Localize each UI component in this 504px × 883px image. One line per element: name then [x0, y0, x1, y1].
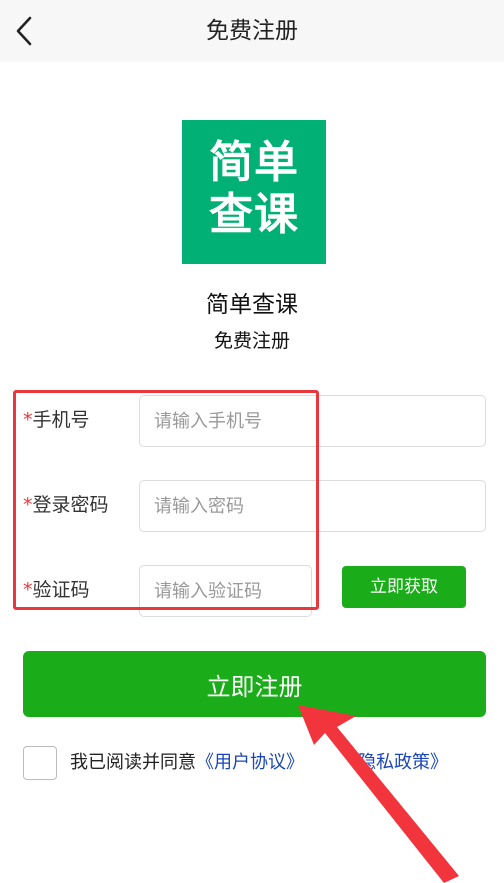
phone-label-text: 手机号 — [32, 409, 90, 431]
required-mark: * — [23, 409, 33, 431]
page-title: 免费注册 — [206, 18, 298, 44]
password-input[interactable] — [139, 480, 486, 532]
page-subtitle: 免费注册 — [213, 330, 290, 352]
phone-input[interactable] — [139, 395, 486, 447]
required-mark: * — [23, 494, 33, 516]
top-navigation-bar: 免费注册 — [0, 0, 504, 62]
agreement-row: 我已阅读并同意《用户协议》 《隐私政策》 — [70, 748, 448, 778]
phone-label: *手机号 — [23, 406, 90, 434]
logo-text-line2: 查课 — [209, 189, 299, 240]
logo-text-line1: 简单 — [209, 137, 299, 188]
user-agreement-link[interactable]: 《用户协议》 — [196, 752, 304, 773]
get-code-button[interactable]: 立即获取 — [342, 566, 466, 608]
app-logo: 简单 查课 — [182, 120, 326, 264]
code-label-text: 验证码 — [32, 579, 90, 601]
password-label: *登录密码 — [23, 491, 109, 519]
code-label: *验证码 — [23, 576, 90, 604]
app-name: 简单查课 — [206, 292, 298, 318]
agreement-checkbox[interactable] — [23, 746, 57, 780]
register-button[interactable]: 立即注册 — [23, 651, 486, 717]
required-mark: * — [23, 579, 33, 601]
agreement-text: 我已阅读并同意 — [70, 752, 196, 773]
password-label-text: 登录密码 — [32, 494, 109, 516]
privacy-policy-link[interactable]: 《隐私政策》 — [340, 752, 448, 773]
verification-code-input[interactable] — [139, 565, 312, 617]
